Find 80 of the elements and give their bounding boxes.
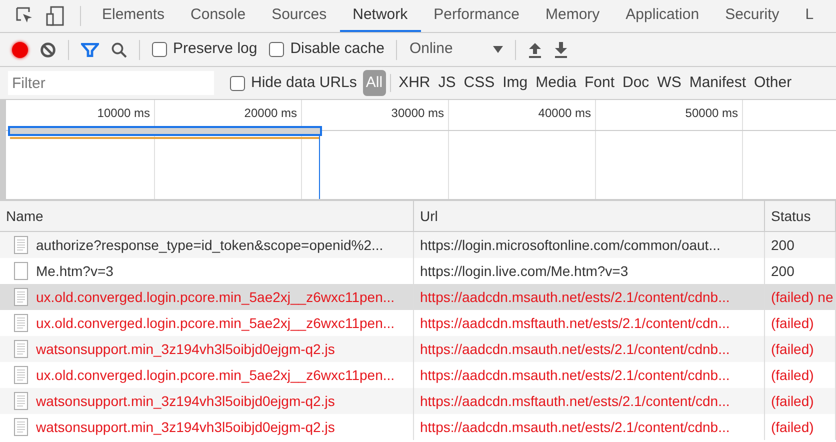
upload-icon[interactable]	[528, 42, 542, 58]
selection-range[interactable]	[8, 126, 322, 136]
request-name: Me.htm?v=3	[36, 262, 114, 280]
request-url: https://aadcdn.msauth.net/ests/2.1/content/cdnb...	[420, 288, 730, 307]
checkbox-label: Hide data URLs	[251, 72, 357, 93]
column-header[interactable]: Status	[765, 201, 836, 231]
panel-tab[interactable]: Sources	[258, 0, 340, 32]
panel-tab[interactable]: Elements	[89, 0, 178, 32]
checkbox-label: Disable cache	[290, 39, 384, 60]
request-status: 200	[771, 236, 794, 254]
checkbox[interactable]	[269, 42, 284, 57]
request-status: (failed)	[771, 314, 814, 333]
clear-icon[interactable]	[40, 42, 56, 58]
document-icon	[14, 392, 28, 410]
type-filter[interactable]: XHR	[394, 72, 434, 94]
request-row[interactable]: watsonsupport.min_3z194vh3l5oibjd0ejgm-q2.js https://aadcdn.msftauth.net/ests/2.1/content/cdn... (failed)	[0, 388, 836, 414]
request-name: ux.old.converged.login.pcore.min_5ae2xj__z6wxc11pen...	[36, 288, 395, 307]
type-filter[interactable]: Font	[580, 72, 618, 94]
document-icon	[14, 288, 28, 306]
panel-tab[interactable]: L	[792, 0, 827, 32]
filter-icon[interactable]	[81, 42, 99, 56]
inspect-element-icon[interactable]	[16, 7, 34, 25]
document-icon	[14, 366, 28, 384]
throttling-dropdown[interactable]: Online	[409, 38, 504, 61]
request-status: 200	[771, 262, 794, 280]
panel-tab[interactable]: Performance	[420, 0, 532, 32]
panel-tab[interactable]: Application	[612, 0, 712, 32]
type-filter[interactable]: Other	[750, 72, 796, 94]
panel-tab[interactable]: Memory	[532, 0, 613, 32]
request-status: (failed)	[771, 366, 814, 385]
time-tick-label: 10000 ms	[97, 105, 150, 122]
type-filter[interactable]: JS	[434, 72, 460, 94]
request-url: https://login.microsoftonline.com/common/oaut...	[420, 236, 720, 255]
search-icon[interactable]	[111, 42, 127, 58]
request-name: authorize?response_type=id_token&scope=openid%2...	[36, 236, 384, 255]
download-icon[interactable]	[554, 42, 568, 58]
checkbox[interactable]	[230, 76, 245, 90]
request-url: https://aadcdn.msauth.net/ests/2.1/content/cdnb...	[420, 418, 730, 437]
request-status: (failed)	[771, 340, 814, 359]
request-name: watsonsupport.min_3z194vh3l5oibjd0ejgm-q2.js	[36, 418, 335, 437]
device-toolbar-icon[interactable]	[46, 6, 64, 26]
request-url: https://aadcdn.msauth.net/ests/2.1/content/cdnb...	[420, 340, 730, 359]
request-url: https://aadcdn.msftauth.net/ests/2.1/content/cdn...	[420, 392, 730, 411]
type-filter[interactable]: Manifest	[685, 72, 750, 94]
time-tick-label: 50000 ms	[685, 105, 738, 122]
request-name: ux.old.converged.login.pcore.min_5ae2xj__z6wxc11pen...	[36, 314, 395, 333]
time-tick-label: 40000 ms	[538, 105, 591, 122]
checkbox[interactable]	[152, 42, 167, 57]
request-status: (failed) ne	[771, 288, 834, 307]
caret-icon	[493, 46, 504, 53]
request-status: (failed)	[771, 418, 814, 437]
panel-tab[interactable]: Security	[712, 0, 792, 32]
request-name: watsonsupport.min_3z194vh3l5oibjd0ejgm-q2.js	[36, 392, 335, 411]
time-tick-label: 20000 ms	[244, 105, 297, 122]
type-filter[interactable]: Media	[532, 72, 580, 94]
request-status: (failed)	[771, 392, 814, 411]
document-icon	[14, 314, 28, 332]
request-name: ux.old.converged.login.pcore.min_5ae2xj__z6wxc11pen...	[36, 366, 395, 385]
time-tick-label: 30000 ms	[391, 105, 444, 122]
document-icon	[14, 236, 28, 254]
request-name: watsonsupport.min_3z194vh3l5oibjd0ejgm-q2.js	[36, 340, 335, 359]
request-url: https://login.live.com/Me.htm?v=3	[420, 262, 628, 281]
checkbox-label: Preserve log	[173, 39, 258, 60]
type-filter[interactable]: Img	[498, 72, 532, 94]
record-button[interactable]	[12, 42, 28, 58]
request-row[interactable]: authorize?response_type=id_token&scope=openid%2... https://login.microsoftonline.com/common/oaut... 200	[0, 232, 836, 258]
blank-page-icon	[14, 262, 28, 280]
type-filter[interactable]: CSS	[460, 72, 499, 94]
type-filter[interactable]: WS	[653, 72, 686, 94]
filter-input[interactable]: Filter	[8, 71, 214, 95]
document-icon	[14, 340, 28, 358]
type-filter[interactable]: Doc	[618, 72, 654, 94]
request-url: https://aadcdn.msauth.net/ests/2.1/content/cdnb...	[420, 366, 730, 385]
column-header[interactable]: Url	[414, 201, 765, 231]
panel-tab[interactable]: Console	[178, 0, 259, 32]
document-icon	[14, 418, 28, 436]
column-header[interactable]: Name	[0, 201, 414, 231]
load-marker-line	[319, 136, 320, 199]
request-row[interactable]: watsonsupport.min_3z194vh3l5oibjd0ejgm-q2.js https://aadcdn.msauth.net/ests/2.1/content/cdnb... (failed)	[0, 336, 836, 362]
request-url: https://aadcdn.msftauth.net/ests/2.1/content/cdn...	[420, 314, 730, 333]
